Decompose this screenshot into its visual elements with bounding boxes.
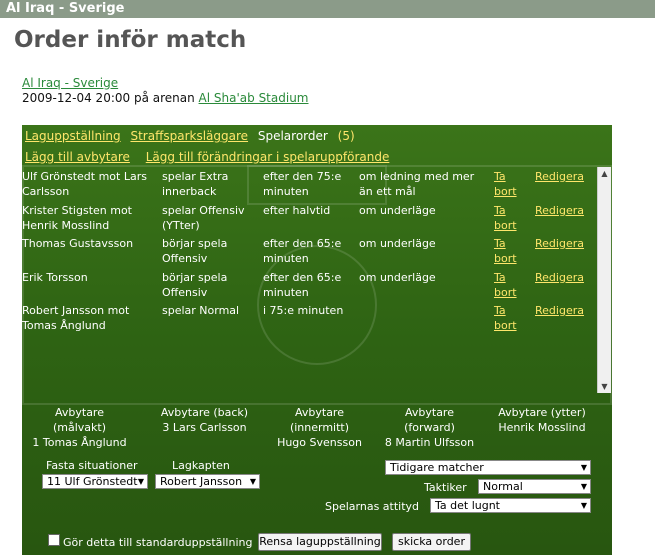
- window-title: Al Iraq - Sverige: [0, 0, 655, 18]
- substitute-player: 1 Tomas Ånglund: [32, 436, 127, 449]
- captain-value: Robert Jansson: [160, 475, 243, 488]
- substitute-role: Avbytare (ytter): [498, 406, 586, 419]
- order-action: börjar spela Offensiv: [162, 237, 228, 265]
- add-substitute-link[interactable]: Lägg till avbytare: [25, 150, 130, 164]
- order-time: efter den 75:e minuten: [263, 170, 342, 198]
- order-condition: om underläge: [359, 204, 436, 217]
- substitute-player: 3 Lars Carlsson: [162, 421, 247, 434]
- order-condition: om underläge: [359, 237, 436, 250]
- match-datetime: 2009-12-04 20:00 på arenan: [22, 91, 195, 105]
- tactics-label: Taktiker: [424, 481, 467, 494]
- substitute-back: Avbytare (back) 3 Lars Carlsson: [152, 405, 257, 435]
- match-link[interactable]: Al Iraq - Sverige: [22, 76, 118, 90]
- order-time: efter halvtid: [263, 204, 331, 217]
- setpieces-value: 11 Ulf Grönstedt: [47, 475, 138, 488]
- chevron-down-icon: ▼: [249, 477, 256, 486]
- edit-order-link[interactable]: Redigera: [535, 169, 595, 184]
- standard-lineup-label: Gör detta till standarduppställning: [63, 536, 253, 549]
- stadium-link[interactable]: Al Sha'ab Stadium: [199, 91, 309, 105]
- remove-order-link[interactable]: Ta bort: [494, 303, 529, 333]
- edit-order-link[interactable]: Redigera: [535, 236, 595, 251]
- substitute-player: Henrik Mosslind: [498, 421, 586, 434]
- attitude-label: Spelarnas attityd: [325, 500, 420, 513]
- order-list: Ulf Grönstedt mot Lars Carlsson spelar E…: [22, 165, 595, 393]
- order-player: Ulf Grönstedt mot Lars Carlsson: [22, 170, 147, 198]
- page-title: Order inför match: [14, 27, 247, 53]
- remove-order-link[interactable]: Ta bort: [494, 169, 529, 199]
- scroll-down-icon[interactable]: ▼: [598, 380, 611, 393]
- remove-order-link[interactable]: Ta bort: [494, 203, 529, 233]
- order-time: efter den 65:e minuten: [263, 271, 342, 299]
- substitute-player: 8 Martin Ulfsson: [384, 436, 475, 449]
- order-action: spelar Normal: [162, 304, 240, 317]
- order-player: Robert Jansson mot Tomas Ånglund: [22, 304, 130, 332]
- substitute-role: Avbytare (innermitt): [289, 406, 350, 434]
- chevron-down-icon: ▼: [580, 482, 587, 491]
- substitute-innermitt: Avbytare (innermitt) Hugo Svensson: [272, 405, 367, 450]
- tab-lineup[interactable]: Laguppställning: [25, 129, 121, 143]
- order-list-scrollbar[interactable]: ▲ ▼: [597, 167, 611, 393]
- substitute-role: Avbytare (forward): [404, 406, 455, 434]
- order-action: spelar Extra innerback: [162, 170, 229, 198]
- remove-order-link[interactable]: Ta bort: [494, 270, 529, 300]
- captain-label: Lagkapten: [172, 459, 230, 472]
- substitute-winger: Avbytare (ytter) Henrik Mosslind: [492, 405, 592, 435]
- actions-bar: Lägg till avbytare Lägg till förändringa…: [25, 150, 401, 164]
- attitude-select[interactable]: Ta det lugnt ▼: [430, 498, 591, 513]
- previous-matches-select[interactable]: Tidigare matcher ▼: [385, 460, 591, 475]
- edit-order-link[interactable]: Redigera: [535, 270, 595, 285]
- order-condition: om underläge: [359, 271, 436, 284]
- previous-matches-value: Tidigare matcher: [390, 461, 484, 474]
- chevron-down-icon: ▼: [137, 477, 144, 486]
- clear-lineup-button[interactable]: Rensa laguppställning: [258, 533, 382, 551]
- order-player: Thomas Gustavsson: [22, 237, 134, 250]
- tab-penalty[interactable]: Straffsparksläggare: [130, 129, 248, 143]
- order-player: Krister Stigsten mot Henrik Mosslind: [22, 204, 132, 232]
- bottom-bar: Gör detta till standarduppställning Rens…: [22, 530, 612, 555]
- tactics-select[interactable]: Normal ▼: [478, 479, 591, 494]
- setpieces-label: Fasta situationer: [46, 459, 138, 472]
- standard-lineup-checkbox[interactable]: [48, 534, 60, 546]
- chevron-down-icon: ▼: [580, 501, 587, 510]
- pitch-panel: Laguppställning Straffsparksläggare Spel…: [22, 125, 612, 555]
- edit-order-link[interactable]: Redigera: [535, 303, 595, 318]
- order-action: börjar spela Offensiv: [162, 271, 228, 299]
- order-action: spelar Offensiv (YTter): [162, 204, 245, 232]
- scroll-up-icon[interactable]: ▲: [598, 167, 611, 180]
- order-player: Erik Torsson: [22, 271, 88, 284]
- tab-player-orders[interactable]: Spelarorder: [258, 129, 328, 143]
- player-orders-count: (5): [337, 129, 355, 143]
- substitute-role: Avbytare (målvakt): [52, 406, 107, 434]
- order-time: efter den 65:e minuten: [263, 237, 342, 265]
- match-info: 2009-12-04 20:00 på arenan Al Sha'ab Sta…: [22, 91, 309, 105]
- tabs-bar: Laguppställning Straffsparksläggare Spel…: [25, 129, 361, 143]
- order-condition: om ledning med mer än ett mål: [359, 170, 475, 198]
- remove-order-link[interactable]: Ta bort: [494, 236, 529, 266]
- edit-order-link[interactable]: Redigera: [535, 203, 595, 218]
- add-behavior-change-link[interactable]: Lägg till förändringar i spelaruppförand…: [146, 150, 390, 164]
- setpieces-select[interactable]: 11 Ulf Grönstedt ▼: [42, 474, 148, 489]
- chevron-down-icon: ▼: [580, 463, 587, 472]
- substitute-goalkeeper: Avbytare (målvakt) 1 Tomas Ånglund: [32, 405, 127, 450]
- tactics-value: Normal: [483, 480, 523, 493]
- substitute-forward: Avbytare (forward) 8 Martin Ulfsson: [382, 405, 477, 450]
- substitute-player: Hugo Svensson: [277, 436, 362, 449]
- attitude-value: Ta det lugnt: [435, 499, 500, 512]
- captain-select[interactable]: Robert Jansson ▼: [155, 474, 260, 489]
- order-time: i 75:e minuten: [263, 304, 344, 317]
- substitute-role: Avbytare (back): [160, 406, 249, 419]
- send-order-button[interactable]: skicka order: [392, 533, 471, 551]
